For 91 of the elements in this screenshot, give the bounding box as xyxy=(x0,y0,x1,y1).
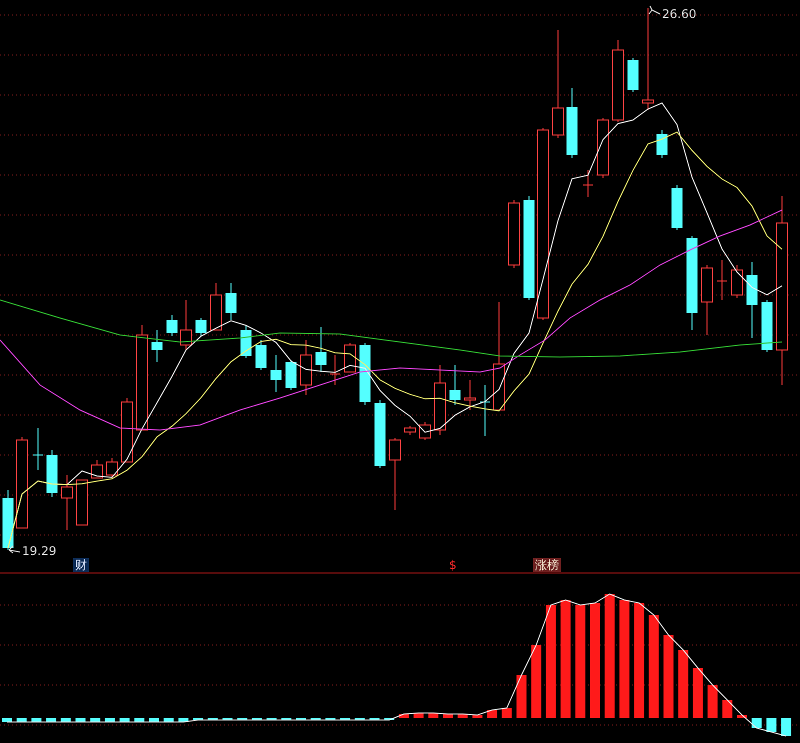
rank-tag: 涨榜 xyxy=(533,558,561,572)
indicator-bar xyxy=(208,718,218,720)
candlestick xyxy=(210,282,222,330)
indicator-bar xyxy=(487,710,498,718)
indicator-bar xyxy=(237,718,248,720)
candlestick xyxy=(508,200,520,268)
indicator-bar xyxy=(266,718,277,720)
candlestick xyxy=(196,318,206,336)
candlestick xyxy=(731,264,743,298)
dollar-marker: $ xyxy=(448,558,458,572)
candlestick xyxy=(582,170,594,198)
price-label: 19.29 xyxy=(22,544,56,558)
indicator-bar xyxy=(678,650,688,718)
finance-tag: 财 xyxy=(73,558,89,572)
candlestick xyxy=(121,398,133,462)
candlestick xyxy=(656,130,668,158)
candlestick xyxy=(61,474,73,530)
indicator-bar xyxy=(310,718,321,720)
indicator-bar xyxy=(90,718,100,722)
indicator-bar xyxy=(149,718,159,722)
indicator-bar xyxy=(46,718,56,722)
candlestick xyxy=(566,88,578,158)
candlestick xyxy=(270,354,282,392)
indicator-bar xyxy=(340,718,350,720)
indicator-bar xyxy=(398,714,409,718)
candlestick xyxy=(300,340,312,396)
candlestick xyxy=(450,364,460,406)
indicator-bar xyxy=(781,718,792,736)
indicator-bar xyxy=(766,718,776,732)
candlestick xyxy=(762,300,772,352)
indicator-bar xyxy=(60,718,71,722)
candlestick xyxy=(672,184,682,230)
indicator-bar xyxy=(178,718,188,722)
candlestick xyxy=(628,58,638,92)
candlestick xyxy=(374,400,386,468)
arrow-icon xyxy=(648,6,660,14)
indicator-bar xyxy=(296,718,306,720)
candlestick xyxy=(91,460,103,478)
indicator-bar xyxy=(516,675,526,718)
candlestick xyxy=(597,118,609,178)
indicator-bar xyxy=(502,708,512,718)
indicator-bar xyxy=(76,718,86,722)
candlestick xyxy=(46,450,58,498)
price-label: 26.60 xyxy=(662,7,696,21)
indicator-bar xyxy=(281,718,292,720)
candlestick xyxy=(480,384,490,436)
indicator-bar xyxy=(164,718,174,722)
indicator-bar xyxy=(120,718,130,722)
candlestick xyxy=(464,380,476,410)
candlestick xyxy=(166,314,178,336)
candlestick xyxy=(701,264,713,336)
candlestick xyxy=(152,330,162,362)
indicator-bar xyxy=(16,718,27,722)
candlestick xyxy=(434,364,446,436)
indicator-bar xyxy=(31,718,42,722)
candlestick xyxy=(286,360,296,390)
candlestick xyxy=(330,354,340,386)
candlestick xyxy=(2,490,14,550)
indicator-bar xyxy=(472,715,482,718)
indicator-bar xyxy=(708,685,718,718)
candlestick xyxy=(226,282,236,320)
candlestick xyxy=(344,342,356,372)
indicator-bar xyxy=(252,718,262,720)
candlestick xyxy=(256,340,266,370)
indicator-bar xyxy=(370,718,380,720)
indicator-bar xyxy=(104,718,115,722)
candlestick xyxy=(32,428,44,470)
candlestick xyxy=(316,326,326,372)
indicator-bar xyxy=(692,668,703,718)
indicator-bar xyxy=(134,718,144,722)
indicator-bar xyxy=(722,700,732,718)
indicator-bar xyxy=(222,718,232,720)
arrow-icon xyxy=(8,546,20,554)
indicator-bar xyxy=(737,715,747,718)
indicator-bar xyxy=(354,718,365,720)
candlestick xyxy=(106,458,118,478)
candlestick xyxy=(180,300,192,350)
candlestick xyxy=(240,324,252,358)
indicator-bar xyxy=(384,718,394,720)
candlestick xyxy=(76,480,88,526)
indicator-bar xyxy=(428,713,438,718)
candlestick xyxy=(360,342,370,406)
indicator-bar xyxy=(414,713,424,718)
indicator-bar xyxy=(443,714,453,718)
indicator-bar xyxy=(325,718,336,720)
indicator-bar xyxy=(458,714,468,718)
candlestick xyxy=(404,426,416,436)
indicator-bar xyxy=(752,718,762,728)
indicator-bar xyxy=(2,718,12,722)
indicator-bar xyxy=(193,718,204,720)
candlestick xyxy=(716,260,728,300)
